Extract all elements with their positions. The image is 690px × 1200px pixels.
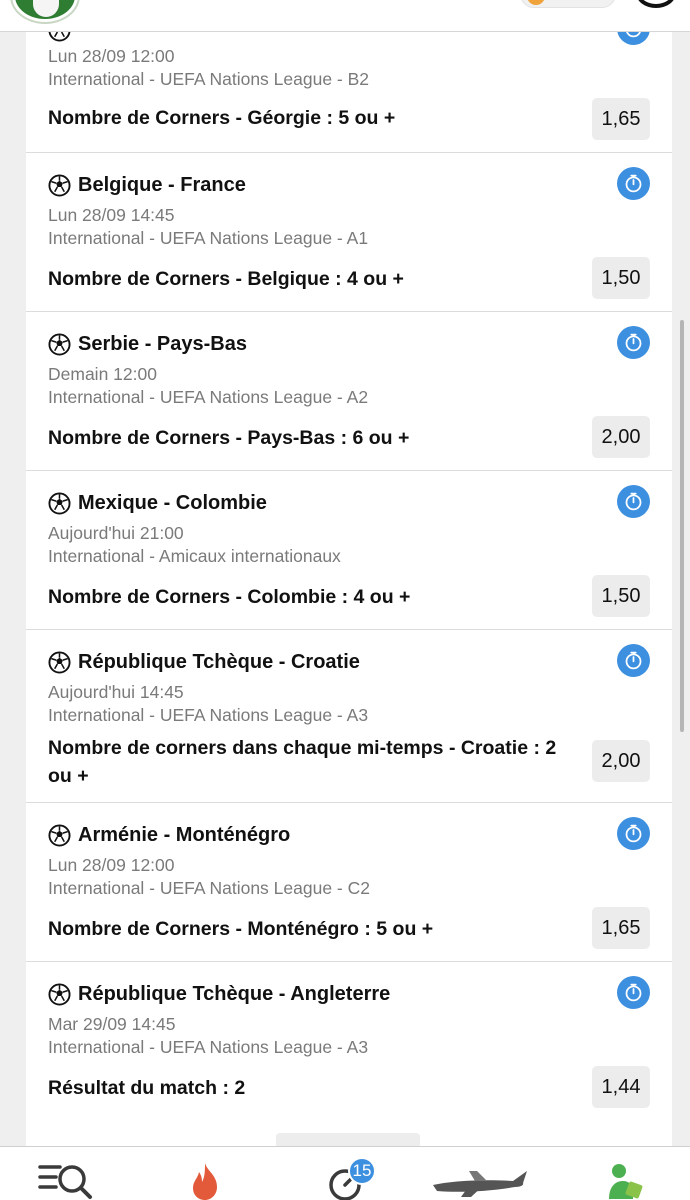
match-date: Lun 28/09 12:00: [48, 855, 175, 875]
match-date: Aujourd'hui 14:45: [48, 682, 184, 702]
match-name: Mexique - Colombie: [78, 491, 267, 514]
timer-icon[interactable]: [617, 167, 650, 200]
match-name: Belgique - France: [78, 173, 246, 196]
match-name: République Tchèque - Croatie: [78, 650, 360, 673]
nav-aviator[interactable]: [433, 1147, 527, 1200]
match-title: Mexique - Colombie: [48, 489, 267, 517]
soccer-ball-icon: [48, 823, 71, 847]
match-date: Lun 28/09 14:45: [48, 205, 175, 225]
competition-label: International - UEFA Nations League - A3: [48, 705, 369, 725]
competition-label: International - UEFA Nations League - A3: [48, 1037, 369, 1057]
odds-button[interactable]: 1,44: [592, 1066, 650, 1108]
odds-button[interactable]: 2,00: [592, 740, 650, 782]
nav-search[interactable]: [22, 1147, 112, 1200]
match-title: Arménie - Monténégro: [48, 821, 290, 849]
account-icon[interactable]: [636, 0, 676, 8]
odds-button[interactable]: 1,65: [592, 98, 650, 140]
search-list-icon: [38, 1165, 92, 1199]
nav-live[interactable]: 15: [300, 1147, 390, 1200]
bet-label: Nombre de Corners - Pays-Bas : 6 ou +: [48, 427, 410, 449]
bet-label: Nombre de Corners - Belgique : 4 ou +: [48, 268, 404, 290]
soccer-ball-icon: [48, 650, 71, 674]
timer-icon[interactable]: [617, 817, 650, 850]
competition-label: International - UEFA Nations League - C2: [48, 878, 370, 898]
match-title: Belgique - France: [48, 171, 246, 199]
match-name: Serbie - Pays-Bas: [78, 332, 247, 355]
bet-label: Nombre de corners dans chaque mi-temps -…: [48, 737, 557, 787]
soccer-ball-icon: [48, 332, 71, 356]
bottom-navigation: 15: [0, 1146, 690, 1200]
timer-icon[interactable]: [617, 485, 650, 518]
bet-label: Résultat du match : 2: [48, 1077, 246, 1099]
nav-hot[interactable]: [160, 1147, 250, 1200]
competition-label: International - UEFA Nations League - A1: [48, 228, 369, 248]
bet-card: Serbie - Pays-Bas Demain 12:00 Internati…: [26, 312, 672, 471]
bet-card: Arménie - Monténégro Lun 28/09 12:00 Int…: [26, 803, 672, 962]
competition-label: International - UEFA Nations League - A2: [48, 387, 369, 407]
bet-selection-list: Lun 28/09 12:00 International - UEFA Nat…: [26, 12, 672, 1175]
top-app-bar: [0, 0, 690, 32]
match-title: Serbie - Pays-Bas: [48, 330, 247, 358]
nav-profile[interactable]: [580, 1147, 670, 1200]
bet-label: Nombre de Corners - Colombie : 4 ou +: [48, 586, 411, 608]
bet-card: Lun 28/09 12:00 International - UEFA Nat…: [26, 12, 672, 153]
flame-icon: [193, 1163, 217, 1200]
timer-icon[interactable]: [617, 644, 650, 677]
profile-icon: [609, 1164, 643, 1199]
match-name: Arménie - Monténégro: [78, 823, 291, 846]
airplane-icon: [433, 1171, 527, 1197]
soccer-ball-icon: [48, 173, 71, 197]
scrollbar[interactable]: [680, 320, 684, 732]
bet-card: Mexique - Colombie Aujourd'hui 21:00 Int…: [26, 471, 672, 630]
bet-label: Nombre de Corners - Monténégro : 5 ou +: [48, 918, 434, 940]
live-count-badge: 15: [348, 1157, 376, 1185]
odds-button[interactable]: 1,50: [592, 257, 650, 299]
bet-label: Nombre de Corners - Géorgie : 5 ou +: [48, 107, 396, 129]
balance-pill[interactable]: [520, 0, 616, 8]
competition-label: International - Amicaux internationaux: [48, 546, 341, 566]
soccer-ball-icon: [48, 982, 71, 1006]
match-date: Demain 12:00: [48, 364, 157, 384]
bet-card: République Tchèque - Croatie Aujourd'hui…: [26, 630, 672, 803]
bet-card: République Tchèque - Angleterre Mar 29/0…: [26, 962, 672, 1121]
match-title: République Tchèque - Angleterre: [48, 980, 390, 1008]
odds-button[interactable]: 2,00: [592, 416, 650, 458]
competition-label: International - UEFA Nations League - B2: [48, 69, 370, 89]
match-date: Aujourd'hui 21:00: [48, 523, 184, 543]
soccer-ball-icon: [48, 491, 71, 515]
timer-icon[interactable]: [617, 326, 650, 359]
match-date: Lun 28/09 12:00: [48, 46, 175, 66]
app-logo[interactable]: [12, 0, 78, 22]
match-title: République Tchèque - Croatie: [48, 648, 360, 676]
odds-button[interactable]: 1,65: [592, 907, 650, 949]
bet-card: Belgique - France Lun 28/09 14:45 Intern…: [26, 153, 672, 312]
match-name: République Tchèque - Angleterre: [78, 982, 391, 1005]
odds-button[interactable]: 1,50: [592, 575, 650, 617]
match-date: Mar 29/09 14:45: [48, 1014, 176, 1034]
timer-icon[interactable]: [617, 976, 650, 1009]
